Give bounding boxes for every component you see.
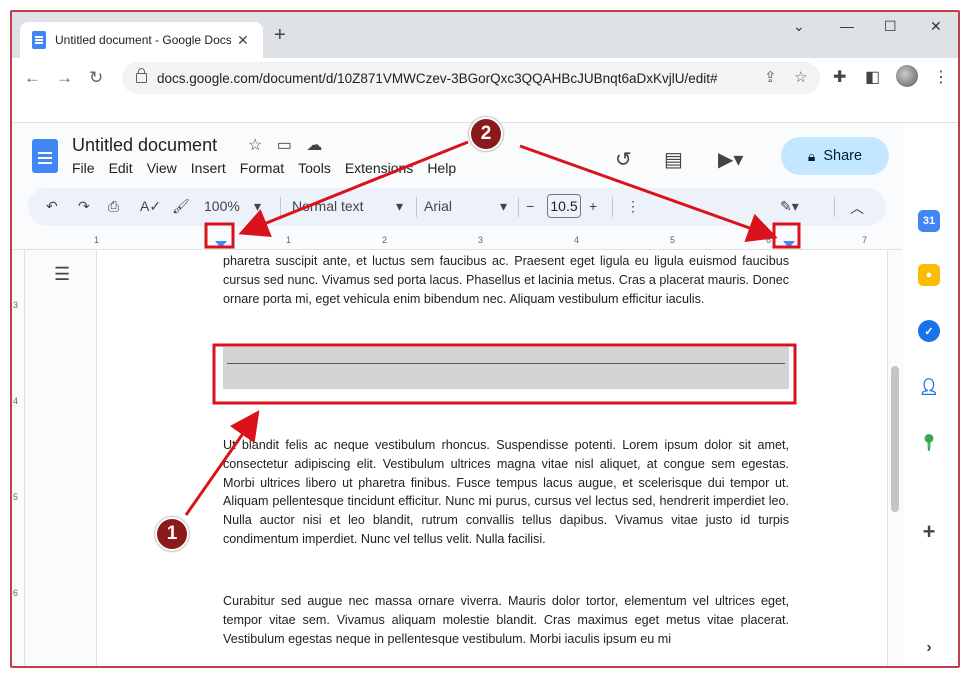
edit-mode-icon[interactable]: ✎▾: [780, 198, 799, 215]
menu-file[interactable]: File: [72, 160, 95, 176]
new-tab-button[interactable]: +: [274, 24, 286, 47]
profile-avatar[interactable]: [896, 65, 918, 87]
menu-bar: File Edit View Insert Format Tools Exten…: [72, 160, 456, 176]
annotation-badge-2: 2: [469, 117, 503, 151]
style-select[interactable]: Normal text: [292, 198, 364, 214]
left-indent-marker[interactable]: [215, 241, 227, 248]
ruler-label: 5: [13, 492, 19, 502]
address-toolbar: ← → ↻ docs.google.com/document/d/10Z871V…: [12, 58, 958, 99]
document-page[interactable]: pharetra suscipit ante, et luctus sem fa…: [96, 250, 888, 666]
maps-icon[interactable]: 📍︎: [918, 432, 940, 454]
zoom-select[interactable]: 100%: [204, 198, 240, 214]
ruler-label: 2: [382, 235, 388, 245]
minimize-button[interactable]: —: [840, 18, 854, 34]
ruler-label: 1: [286, 235, 292, 245]
horizontal-line: [227, 363, 785, 364]
menu-insert[interactable]: Insert: [191, 160, 226, 176]
document-title[interactable]: Untitled document: [72, 135, 217, 156]
star-icon[interactable]: ☆: [248, 137, 262, 154]
undo-icon[interactable]: ↶: [46, 198, 58, 215]
bookmark-star-icon[interactable]: ☆: [794, 68, 807, 86]
address-bar[interactable]: docs.google.com/document/d/10Z871VMWCzev…: [122, 62, 820, 94]
scroll-thumb[interactable]: [891, 366, 899, 512]
share-button[interactable]: 🔒︎ Share: [781, 137, 889, 175]
ruler-label: 6: [766, 235, 772, 245]
menu-view[interactable]: View: [147, 160, 177, 176]
paragraph-3: Curabitur sed augue nec massa ornare viv…: [223, 594, 789, 646]
move-folder-icon[interactable]: ▭: [277, 137, 292, 154]
tab-close-icon[interactable]: ✕: [237, 32, 249, 49]
paint-format-icon[interactable]: 🖌︎: [172, 198, 190, 215]
calendar-icon[interactable]: 31: [918, 210, 940, 232]
horizontal-ruler[interactable]: 1 1 2 3 4 5 6 7: [12, 235, 902, 250]
meet-icon[interactable]: ▶▾: [718, 147, 743, 172]
menu-help[interactable]: Help: [427, 160, 456, 176]
chevron-down-icon: ▾: [396, 198, 404, 214]
horizontal-line-selected[interactable]: [223, 347, 789, 389]
maximize-button[interactable]: ☐: [884, 18, 897, 35]
chrome-menu-icon[interactable]: ⋮: [933, 67, 949, 87]
lock-icon: 🔒︎: [807, 147, 816, 164]
ruler-label: 6: [13, 588, 19, 598]
ruler-label: 1: [94, 235, 100, 245]
tab-strip: Untitled document - Google Docs ✕ + ⌄ — …: [12, 12, 958, 58]
font-select[interactable]: Arial: [424, 198, 452, 214]
ruler-label: 3: [13, 300, 19, 310]
version-history-icon[interactable]: ↺: [615, 147, 632, 172]
increase-font-icon[interactable]: +: [589, 198, 597, 214]
outline-icon[interactable]: ☰: [54, 264, 70, 285]
tab-docs[interactable]: Untitled document - Google Docs ✕: [20, 22, 263, 58]
share-page-icon[interactable]: ⇪: [764, 68, 777, 86]
extensions-icon[interactable]: ✚: [833, 67, 846, 87]
reload-icon[interactable]: ↻: [89, 68, 103, 88]
right-indent-marker[interactable]: [783, 241, 795, 248]
spellcheck-icon[interactable]: A✓: [140, 198, 161, 215]
tab-search-icon[interactable]: ⌄: [793, 18, 805, 35]
font-size-input[interactable]: 10.5: [547, 194, 581, 218]
paragraph-2: Ut blandit felis ac neque vestibulum rho…: [223, 438, 789, 546]
lock-icon[interactable]: [136, 68, 147, 83]
ruler-label: 4: [13, 396, 19, 406]
more-options-icon[interactable]: ⋮: [626, 198, 640, 215]
comments-icon[interactable]: ▤: [664, 147, 683, 172]
docs-app: Untitled document ☆ ▭ ☁ File Edit View I…: [12, 123, 958, 668]
chevron-right-icon[interactable]: ›: [918, 637, 940, 659]
menu-edit[interactable]: Edit: [109, 160, 133, 176]
url-text: docs.google.com/document/d/10Z871VMWCzev…: [157, 70, 718, 86]
redo-icon[interactable]: ↷: [78, 198, 90, 215]
add-addon-icon[interactable]: +: [918, 519, 940, 544]
browser-window: Untitled document - Google Docs ✕ + ⌄ — …: [10, 10, 960, 668]
paragraph-1: pharetra suscipit ante, et luctus sem fa…: [223, 254, 789, 306]
close-window-button[interactable]: ✕: [930, 18, 942, 35]
annotation-badge-1: 1: [155, 517, 189, 551]
ruler-label: 5: [670, 235, 676, 245]
vertical-ruler: 3 4 5 6: [12, 250, 25, 666]
cloud-status-icon[interactable]: ☁: [306, 137, 322, 154]
menu-tools[interactable]: Tools: [298, 160, 331, 176]
side-panel-icon[interactable]: ◧: [865, 67, 880, 87]
ruler-label: 3: [478, 235, 484, 245]
tab-title: Untitled document - Google Docs: [55, 33, 231, 47]
back-icon[interactable]: ←: [24, 68, 41, 88]
docs-favicon-icon: [32, 31, 46, 49]
keep-icon[interactable]: ●: [918, 264, 940, 286]
menu-format[interactable]: Format: [240, 160, 284, 176]
share-label: Share: [823, 148, 863, 164]
docs-toolbar: ↶ ↷ ⎙ A✓ 🖌︎ 100% ▾ Normal text ▾ Arial ▾…: [28, 188, 886, 226]
contacts-icon[interactable]: 👤︎: [918, 376, 940, 398]
side-panel: 31 ● ✓ 👤︎ 📍︎ + ›: [904, 123, 958, 666]
vertical-scrollbar[interactable]: [888, 250, 902, 666]
collapse-toolbar-icon[interactable]: ︿: [850, 198, 864, 218]
docs-logo-icon[interactable]: [32, 139, 58, 173]
forward-icon[interactable]: →: [56, 68, 73, 88]
menu-extensions[interactable]: Extensions: [345, 160, 413, 176]
print-icon[interactable]: ⎙: [108, 198, 119, 215]
ruler-label: 4: [574, 235, 580, 245]
chevron-down-icon: ▾: [500, 198, 508, 214]
horizontal-scrollbar[interactable]: [20, 666, 838, 668]
decrease-font-icon[interactable]: −: [526, 198, 534, 214]
ruler-label: 7: [862, 235, 868, 245]
tasks-icon[interactable]: ✓: [918, 320, 940, 342]
chevron-down-icon: ▾: [254, 198, 262, 214]
